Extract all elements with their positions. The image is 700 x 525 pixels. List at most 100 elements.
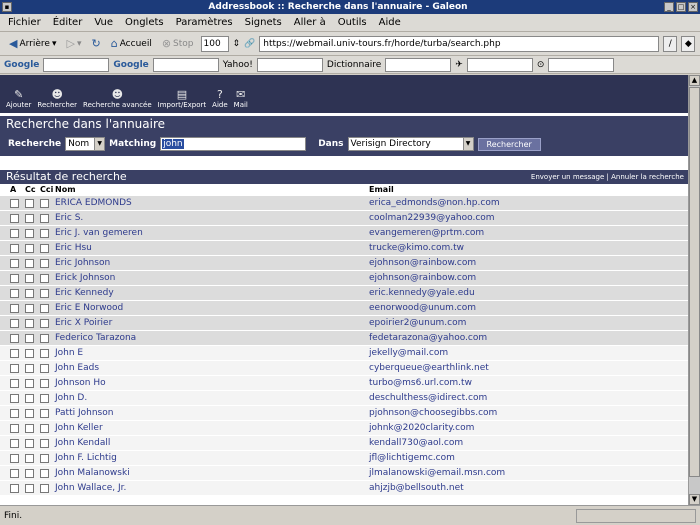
- to-checkbox[interactable]: [10, 424, 19, 433]
- cc-checkbox[interactable]: [25, 424, 34, 433]
- cc-checkbox[interactable]: [25, 259, 34, 268]
- contact-email-link[interactable]: coolman22939@yahoo.com: [369, 213, 495, 223]
- contact-email-link[interactable]: johnk@2020clarity.com: [369, 423, 474, 433]
- toolbar-add-button[interactable]: ✎ Ajouter: [6, 88, 31, 109]
- cci-checkbox[interactable]: [40, 409, 49, 418]
- go-button[interactable]: /: [663, 35, 678, 52]
- contact-email-link[interactable]: eric.kennedy@yale.edu: [369, 288, 475, 298]
- contact-email-link[interactable]: jekelly@mail.com: [369, 348, 448, 358]
- minimize-icon[interactable]: _: [664, 2, 674, 12]
- cc-checkbox[interactable]: [25, 484, 34, 493]
- contact-email-link[interactable]: fedetarazona@yahoo.com: [369, 333, 487, 343]
- contact-name-link[interactable]: Eric X Poirier: [55, 318, 112, 328]
- toolbar-mail-button[interactable]: ✉ Mail: [234, 88, 248, 109]
- to-checkbox[interactable]: [10, 289, 19, 298]
- menu-signets[interactable]: Signets: [245, 17, 282, 28]
- rpm-input[interactable]: [548, 57, 615, 72]
- to-checkbox[interactable]: [10, 379, 19, 388]
- contact-name-link[interactable]: John Eads: [55, 363, 99, 373]
- cc-checkbox[interactable]: [25, 274, 34, 283]
- send-message-link[interactable]: Envoyer un message: [531, 173, 604, 181]
- cc-checkbox[interactable]: [25, 469, 34, 478]
- menu-outils[interactable]: Outils: [338, 17, 367, 28]
- search-field-select[interactable]: Nom ▼: [65, 137, 106, 151]
- cci-checkbox[interactable]: [40, 424, 49, 433]
- to-checkbox[interactable]: [10, 349, 19, 358]
- contact-name-link[interactable]: Eric Kennedy: [55, 288, 114, 298]
- scroll-down-icon[interactable]: ▼: [689, 494, 700, 505]
- toolbar-search-button[interactable]: ☻ Rechercher: [37, 88, 77, 109]
- to-checkbox[interactable]: [10, 394, 19, 403]
- cci-checkbox[interactable]: [40, 364, 49, 373]
- to-checkbox[interactable]: [10, 484, 19, 493]
- cci-checkbox[interactable]: [40, 229, 49, 238]
- cci-checkbox[interactable]: [40, 259, 49, 268]
- cci-checkbox[interactable]: [40, 274, 49, 283]
- cc-checkbox[interactable]: [25, 304, 34, 313]
- url-input[interactable]: https://webmail.univ-tours.fr/horde/turb…: [259, 35, 660, 52]
- cci-checkbox[interactable]: [40, 394, 49, 403]
- cc-checkbox[interactable]: [25, 289, 34, 298]
- to-checkbox[interactable]: [10, 214, 19, 223]
- contact-email-link[interactable]: trucke@kimo.com.tw: [369, 243, 464, 253]
- contact-email-link[interactable]: jlmalanowski@email.msn.com: [369, 468, 505, 478]
- source-select[interactable]: Verisign Directory ▼: [347, 137, 474, 151]
- contact-email-link[interactable]: evangemeren@prtm.com: [369, 228, 484, 238]
- home-button[interactable]: ⌂ Accueil: [108, 36, 155, 51]
- forward-button[interactable]: ▷ ▾: [63, 36, 84, 51]
- menu-parametres[interactable]: Paramètres: [176, 17, 233, 28]
- to-checkbox[interactable]: [10, 259, 19, 268]
- to-checkbox[interactable]: [10, 409, 19, 418]
- reload-button[interactable]: ↻: [88, 36, 103, 51]
- sncf-input[interactable]: [466, 57, 533, 72]
- contact-name-link[interactable]: Eric Hsu: [55, 243, 92, 253]
- scroll-thumb[interactable]: [689, 87, 700, 477]
- contact-name-link[interactable]: John F. Lichtig: [55, 453, 117, 463]
- window-menu-icon[interactable]: ▪: [2, 2, 12, 12]
- contact-name-link[interactable]: John Malanowski: [55, 468, 130, 478]
- contact-email-link[interactable]: ejohnson@rainbow.com: [369, 258, 476, 268]
- to-checkbox[interactable]: [10, 454, 19, 463]
- cc-checkbox[interactable]: [25, 229, 34, 238]
- contact-email-link[interactable]: ahjzjb@bellsouth.net: [369, 483, 464, 493]
- cc-checkbox[interactable]: [25, 214, 34, 223]
- to-checkbox[interactable]: [10, 304, 19, 313]
- to-checkbox[interactable]: [10, 469, 19, 478]
- contact-name-link[interactable]: Eric S.: [55, 213, 83, 223]
- to-checkbox[interactable]: [10, 439, 19, 448]
- google-groups-input[interactable]: [152, 57, 219, 72]
- vertical-scrollbar[interactable]: ▲ ▼: [688, 75, 700, 505]
- cc-checkbox[interactable]: [25, 349, 34, 358]
- cc-checkbox[interactable]: [25, 319, 34, 328]
- toolbar-help-button[interactable]: ? Aide: [212, 88, 227, 109]
- close-icon[interactable]: ×: [688, 2, 698, 12]
- dictionnaire-label[interactable]: Dictionnaire: [327, 60, 381, 70]
- menu-aller[interactable]: Aller à: [294, 17, 326, 28]
- zoom-stepper-icon[interactable]: ⇕: [233, 39, 241, 49]
- scroll-up-icon[interactable]: ▲: [689, 75, 700, 86]
- contact-email-link[interactable]: kendall730@aol.com: [369, 438, 463, 448]
- cci-checkbox[interactable]: [40, 289, 49, 298]
- back-button[interactable]: ◀ Arrière ▾: [6, 36, 59, 51]
- menu-aide[interactable]: Aide: [379, 17, 401, 28]
- to-checkbox[interactable]: [10, 244, 19, 253]
- contact-name-link[interactable]: Johnson Ho: [55, 378, 106, 388]
- zoom-field[interactable]: 100: [200, 35, 229, 52]
- menu-vue[interactable]: Vue: [94, 17, 113, 28]
- menu-onglets[interactable]: Onglets: [125, 17, 164, 28]
- cc-checkbox[interactable]: [25, 334, 34, 343]
- cci-checkbox[interactable]: [40, 454, 49, 463]
- contact-name-link[interactable]: John E: [55, 348, 83, 358]
- to-checkbox[interactable]: [10, 274, 19, 283]
- cci-checkbox[interactable]: [40, 244, 49, 253]
- cci-checkbox[interactable]: [40, 349, 49, 358]
- contact-name-link[interactable]: ERICA EDMONDS: [55, 198, 132, 208]
- cc-checkbox[interactable]: [25, 244, 34, 253]
- contact-name-link[interactable]: John D.: [55, 393, 87, 403]
- contact-email-link[interactable]: epoirier2@unum.com: [369, 318, 466, 328]
- menu-editer[interactable]: Éditer: [53, 17, 83, 28]
- dictionnaire-input[interactable]: [385, 57, 452, 72]
- contact-email-link[interactable]: deschulthess@idirect.com: [369, 393, 487, 403]
- toolbar-advanced-search-button[interactable]: ☻ Recherche avancée: [83, 88, 152, 109]
- menu-fichier[interactable]: Fichier: [8, 17, 41, 28]
